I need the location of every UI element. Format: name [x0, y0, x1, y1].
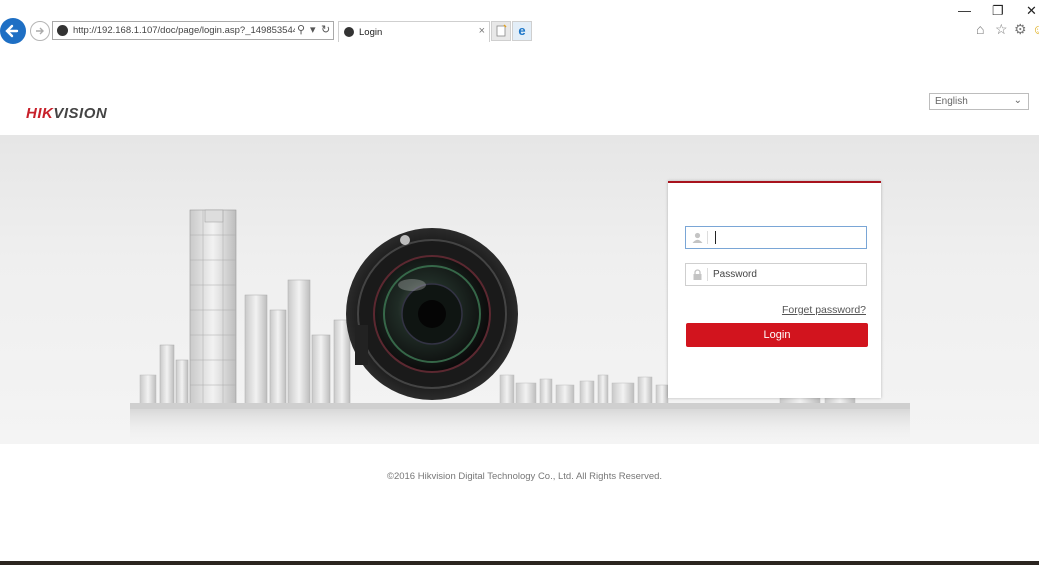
favorites-icon[interactable]: ☆ [995, 21, 1008, 38]
restore-icon[interactable]: ❐ [992, 3, 1004, 19]
new-tab-button[interactable] [491, 21, 511, 41]
language-select[interactable]: English ⌄ [929, 93, 1029, 110]
city-camera-illustration [130, 209, 910, 444]
text-cursor [715, 231, 716, 244]
back-button[interactable] [0, 18, 26, 44]
back-arrow-icon [5, 24, 19, 38]
minimize-icon[interactable]: — [958, 3, 971, 18]
password-field[interactable] [685, 263, 867, 286]
tab-favicon-icon [344, 27, 354, 37]
forget-password-link[interactable]: Forget password? [782, 304, 866, 316]
language-value: English [935, 96, 968, 107]
refresh-icon[interactable]: ↻ [321, 23, 330, 36]
search-icon[interactable]: ⚲ [297, 23, 305, 36]
address-dropdown-icon[interactable]: ▾ [310, 23, 316, 36]
logo-hik: HIK [26, 105, 54, 122]
tab-title: Login [359, 27, 383, 38]
hikvision-logo: HIKVISION [26, 105, 107, 122]
field-separator [707, 231, 708, 244]
lock-icon [693, 269, 702, 280]
ie-icon[interactable]: e [512, 21, 532, 41]
home-icon[interactable]: ⌂ [976, 21, 984, 37]
taskbar-edge [0, 561, 1039, 565]
camera-lens-graphic [346, 228, 518, 400]
login-panel: Forget password? Login [668, 181, 881, 398]
forward-button[interactable] [30, 21, 50, 41]
hero-banner [0, 135, 1039, 444]
forward-arrow-icon [36, 27, 44, 35]
address-url[interactable]: http://192.168.1.107/doc/page/login.asp?… [73, 25, 295, 36]
username-field[interactable] [685, 226, 867, 249]
address-bar[interactable]: http://192.168.1.107/doc/page/login.asp?… [52, 21, 334, 40]
copyright-text: ©2016 Hikvision Digital Technology Co., … [386, 471, 663, 482]
chevron-down-icon: ⌄ [1013, 95, 1022, 106]
login-button[interactable]: Login [686, 323, 868, 347]
tab-login[interactable]: Login × [338, 21, 490, 42]
settings-icon[interactable]: ⚙ [1014, 21, 1027, 38]
user-icon [692, 232, 703, 243]
field-separator [707, 268, 708, 281]
smiley-feedback-icon[interactable]: ☺ [1032, 21, 1039, 37]
tab-close-icon[interactable]: × [479, 25, 485, 37]
logo-vision: VISION [53, 105, 108, 122]
new-tab-icon [496, 24, 507, 37]
browser-chrome: http://192.168.1.107/doc/page/login.asp?… [0, 0, 1039, 48]
username-input[interactable] [713, 229, 861, 246]
site-favicon-icon [57, 25, 68, 36]
close-window-icon[interactable]: ✕ [1026, 3, 1037, 19]
password-input[interactable] [713, 266, 861, 283]
